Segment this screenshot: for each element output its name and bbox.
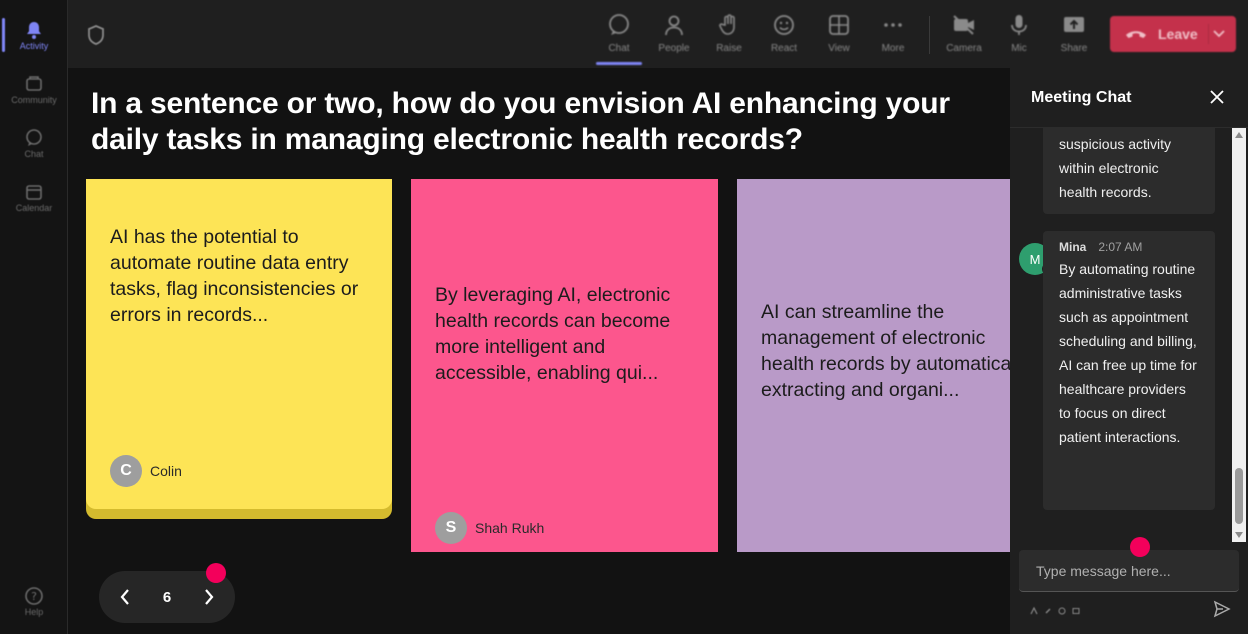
next-page-button[interactable] — [189, 577, 229, 617]
toolbar-mic-button[interactable]: Mic — [994, 10, 1044, 60]
chat-title: Meeting Chat — [1031, 89, 1132, 106]
message-input[interactable] — [1019, 550, 1239, 591]
rail-item-label: Calendar — [15, 203, 53, 213]
toolbar-react-button[interactable]: React — [759, 10, 809, 60]
app-rail: Activity Community Chat Calendar ? Help — [0, 0, 68, 634]
scroll-up-arrow[interactable] — [1235, 132, 1243, 138]
chevron-left-icon — [120, 589, 129, 605]
message-compose-box — [1019, 550, 1239, 592]
grid-view-icon — [826, 12, 852, 38]
sticky-note[interactable]: By leveraging AI, electronic health reco… — [411, 179, 718, 552]
smiley-icon — [771, 12, 797, 38]
sticky-note-text: AI has the potential to automate routine… — [110, 226, 359, 326]
toolbar-more-button[interactable]: More — [868, 10, 918, 60]
rail-item-activity[interactable]: Activity — [0, 10, 68, 60]
rail-item-community[interactable]: Community — [0, 64, 68, 114]
toolbar-divider — [929, 16, 930, 54]
shield-icon — [86, 24, 106, 46]
rail-item-label: Activity — [19, 41, 49, 51]
avatar: C — [110, 455, 142, 487]
leave-label: Leave — [1158, 26, 1198, 42]
chat-icon — [606, 12, 632, 38]
chat-icon — [23, 127, 45, 149]
toolbar-people-button[interactable]: People — [649, 10, 699, 60]
page-number: 6 — [162, 588, 172, 606]
message-time: 2:07 AM — [1098, 240, 1143, 254]
close-chat-button[interactable] — [1208, 88, 1226, 106]
message-text: By automating routine administrative tas… — [1059, 261, 1197, 445]
people-icon — [661, 12, 687, 38]
meeting-chat-panel: Meeting Chat suspicious activity within … — [1010, 68, 1248, 634]
toolbar-view-button[interactable]: View — [814, 10, 864, 60]
send-button[interactable] — [1213, 600, 1231, 618]
author-name: Shah Rukh — [475, 520, 545, 536]
sticky-note-author: S Shah Rukh — [435, 512, 544, 544]
leave-button[interactable]: Leave — [1110, 16, 1236, 52]
rail-item-calendar[interactable]: Calendar — [0, 172, 68, 222]
toolbar-people-label: People — [658, 43, 690, 54]
scroll-thumb[interactable] — [1235, 468, 1243, 524]
close-icon — [1210, 90, 1224, 104]
more-dots-icon — [880, 12, 906, 38]
sticky-note[interactable]: AI can streamline the management of elec… — [737, 179, 1010, 552]
toolbar-react-label: React — [770, 43, 798, 54]
help-icon: ? — [23, 585, 45, 607]
rail-item-help[interactable]: ? Help — [0, 576, 68, 626]
calendar-icon — [23, 181, 45, 203]
send-icon — [1213, 600, 1231, 618]
chevron-right-icon — [205, 589, 214, 605]
gif-icon[interactable] — [1072, 602, 1080, 614]
chevron-down-icon[interactable] — [1208, 24, 1228, 44]
notification-dot — [1130, 537, 1150, 557]
sticky-note-author: C Colin — [110, 455, 182, 487]
notification-dot — [206, 563, 226, 583]
chat-message: Mina 2:07 AM By automating routine admin… — [1043, 231, 1215, 510]
avatar: S — [435, 512, 467, 544]
chat-scrollbar[interactable] — [1232, 128, 1246, 542]
rail-item-label: Help — [24, 607, 44, 617]
camera-off-icon — [951, 12, 977, 38]
message-text: suspicious activity within electronic he… — [1059, 136, 1172, 200]
microphone-icon — [1006, 12, 1032, 38]
sticky-note-text: By leveraging AI, electronic health reco… — [435, 284, 671, 384]
chat-message: suspicious activity within electronic he… — [1043, 128, 1215, 214]
author-name: Colin — [150, 463, 182, 479]
raise-hand-icon — [716, 12, 742, 38]
chat-header: Meeting Chat — [1010, 68, 1248, 128]
share-screen-icon — [1061, 12, 1087, 38]
svg-text:?: ? — [31, 590, 37, 603]
rail-item-label: Community — [11, 95, 57, 105]
toolbar-share-label: Share — [1060, 43, 1088, 54]
rail-item-chat[interactable]: Chat — [0, 118, 68, 168]
toolbar-view-label: View — [828, 43, 850, 54]
toolbar-raise-label: Raise — [716, 43, 742, 54]
community-icon — [23, 73, 45, 95]
toolbar-camera-button[interactable]: Camera — [939, 10, 989, 60]
message-meta: Mina 2:07 AM — [1059, 237, 1199, 257]
message-author: Mina — [1059, 240, 1087, 254]
scroll-down-arrow[interactable] — [1235, 532, 1243, 538]
question-title: In a sentence or two, how do you envisio… — [91, 87, 950, 156]
previous-page-button[interactable] — [105, 577, 145, 617]
bell-icon — [23, 19, 45, 41]
chat-messages[interactable]: suspicious activity within electronic he… — [1010, 128, 1232, 542]
format-icon[interactable] — [1030, 602, 1038, 615]
toolbar-camera-label: Camera — [946, 43, 982, 54]
toolbar-chat-label: Chat — [608, 43, 630, 54]
sticky-note-text: AI can streamline the management of elec… — [761, 301, 1010, 401]
toolbar-chat-button[interactable]: Chat — [594, 10, 644, 65]
toolbar-more-label: More — [881, 43, 905, 54]
toolbar-share-button[interactable]: Share — [1049, 10, 1099, 60]
toolbar-mic-label: Mic — [1011, 43, 1027, 54]
attach-icon[interactable] — [1044, 602, 1052, 614]
whiteboard-stage: In a sentence or two, how do you envisio… — [68, 68, 1010, 634]
rail-item-label: Chat — [24, 149, 44, 159]
sticky-note[interactable]: AI has the potential to automate routine… — [86, 179, 392, 509]
format-toolbar — [1030, 602, 1080, 615]
hang-up-icon — [1124, 26, 1148, 42]
emoji-icon[interactable] — [1058, 602, 1066, 615]
toolbar-raise-button[interactable]: Raise — [704, 10, 754, 60]
meeting-toolbar: Chat People Raise React View More Camera… — [68, 0, 1248, 68]
